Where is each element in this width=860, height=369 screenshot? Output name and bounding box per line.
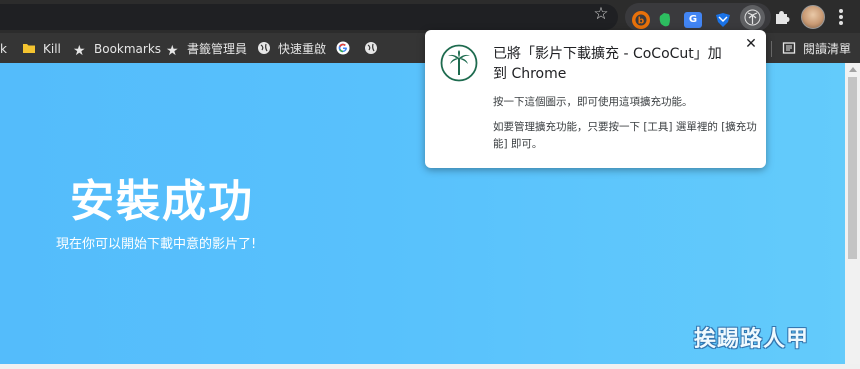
cococut-icon[interactable]	[740, 5, 765, 30]
star-icon: ★	[166, 43, 179, 59]
bookmark-label: 快速重啟	[278, 42, 327, 56]
bookmark-star-icon[interactable]: ☆	[592, 5, 610, 23]
bookmark-item-bookmarks[interactable]: ★ Bookmarks	[73, 40, 161, 58]
bookmark-item-quick-restart[interactable]: 快速重啟	[257, 40, 326, 58]
google-icon	[336, 41, 350, 55]
vertical-scrollbar[interactable]	[845, 63, 860, 364]
extension-installed-popup: 已將「影片下載擴充 - CoCoCut」加到 Chrome ✕ 按一下這個圖示，…	[425, 30, 766, 168]
b-extension-icon[interactable]: b	[632, 11, 650, 29]
svg-text:b: b	[638, 17, 645, 27]
bookmark-item-manager[interactable]: ★ 書籤管理員	[166, 40, 247, 58]
watermark: 挨踢路人甲	[694, 326, 810, 352]
popup-instruction: 按一下這個圖示，即可使用這項擴充功能。	[493, 96, 693, 108]
browser-toolbar: ☆ b G	[0, 0, 860, 33]
google-translate-icon[interactable]: G	[684, 12, 702, 28]
bookmark-folder-kill[interactable]: Kill	[22, 40, 61, 58]
chrome-menu-icon[interactable]	[836, 8, 846, 26]
page-subtitle: 現在你可以開始下載中意的影片了!	[56, 237, 257, 252]
bookmark-label: 書籤管理員	[187, 42, 248, 56]
scrollbar-thumb[interactable]	[848, 77, 857, 259]
folder-icon	[23, 44, 35, 53]
bookmark-label: k	[0, 42, 7, 56]
globe-icon	[258, 42, 270, 54]
star-icon: ★	[73, 43, 86, 59]
popup-manage-hint: 如要管理擴充功能，只要按一下 [工具] 選單裡的 [擴充功能] 即可。	[493, 121, 757, 150]
globe-icon	[365, 42, 377, 54]
close-icon[interactable]: ✕	[743, 36, 759, 52]
bookmark-item-globe[interactable]	[364, 40, 385, 58]
bookmark-label: Kill	[43, 42, 61, 56]
popup-title: 已將「影片下載擴充 - CoCoCut」加到 Chrome	[493, 46, 722, 82]
reading-list-button[interactable]: 閱讀清單	[782, 40, 851, 58]
bookmarks-separator	[771, 41, 772, 57]
extensions-puzzle-icon[interactable]	[773, 8, 791, 26]
bottom-strip	[0, 364, 860, 369]
address-bar[interactable]	[0, 4, 618, 30]
page-title: 安裝成功	[70, 176, 254, 227]
bookmark-item-k[interactable]: k	[0, 40, 7, 58]
bookmark-item-google[interactable]	[336, 40, 357, 58]
evernote-icon[interactable]	[656, 11, 674, 29]
bookmark-label: Bookmarks	[94, 42, 162, 56]
reading-list-label: 閱讀清單	[803, 42, 852, 56]
profile-avatar[interactable]	[801, 5, 825, 29]
scroll-up-arrow-icon[interactable]	[849, 67, 857, 72]
shield-icon[interactable]	[714, 11, 732, 29]
reading-list-icon	[782, 42, 796, 54]
cococut-logo-icon	[440, 44, 478, 82]
